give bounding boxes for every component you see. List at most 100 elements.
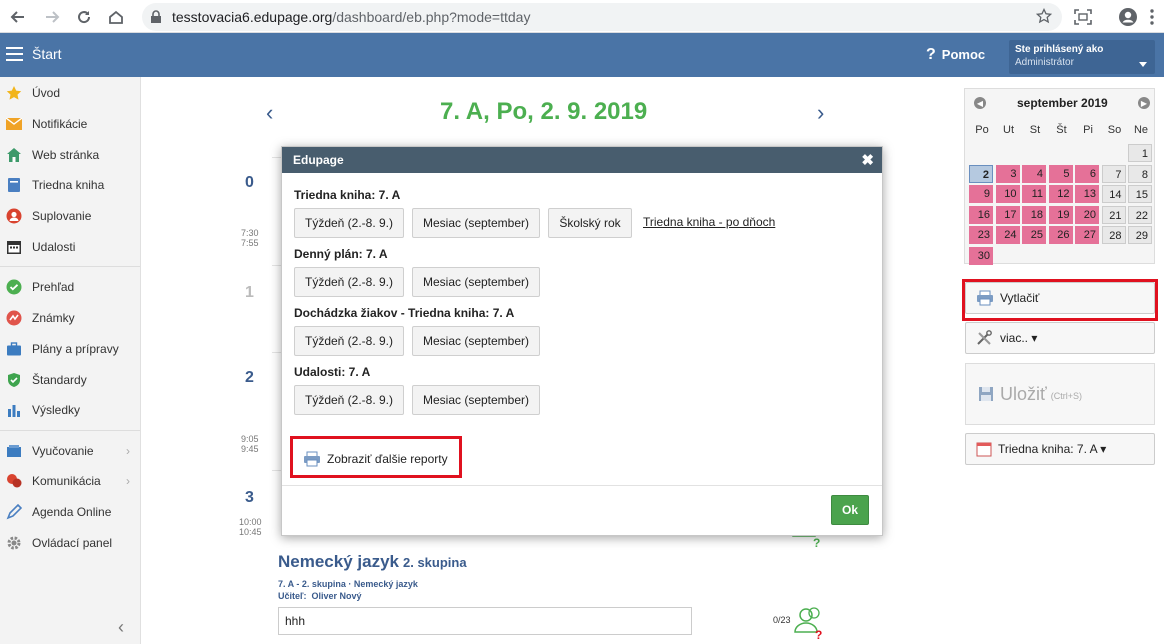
chevron-right-icon: › (126, 474, 130, 488)
calendar-day[interactable]: 19 (1048, 205, 1073, 224)
sidebar-item-web-stranka[interactable]: Web stránka (0, 141, 140, 169)
calendar-day[interactable]: 14 (1101, 185, 1126, 203)
month-report-button[interactable]: Mesiac (september) (412, 385, 540, 415)
sidebar-divider (0, 430, 140, 431)
user-menu[interactable]: Ste prihlásený ako Administrátor (1009, 40, 1155, 74)
month-report-button[interactable]: Mesiac (september) (412, 208, 540, 238)
daily-book-link[interactable]: Triedna kniha - po dňoch (643, 215, 775, 229)
back-icon[interactable] (6, 5, 30, 29)
chevron-right-icon: › (126, 444, 130, 458)
calendar-day[interactable]: 16 (969, 205, 993, 224)
calendar-day[interactable]: 15 (1128, 185, 1152, 203)
sidebar-item-label: Ovládací panel (32, 536, 113, 550)
teaching-icon (6, 443, 22, 459)
sidebar-item-notifikacie[interactable]: Notifikácie (0, 110, 140, 138)
sidebar-collapse-icon[interactable]: ‹ (118, 617, 124, 638)
calendar-day[interactable]: 25 (1022, 226, 1046, 244)
calendar-day[interactable]: 7 (1101, 164, 1126, 183)
calendar-day[interactable]: 2 (969, 164, 993, 183)
sidebar-item-ovladaci-panel[interactable]: Ovládací panel (0, 529, 140, 557)
mini-calendar: ◀ september 2019 ▶ Po Ut St Št Pi So Ne 1 2 3 4 5 6 7… (964, 88, 1155, 265)
address-bar[interactable]: tesstovacia6.edupage.org/dashboard/eb.ph… (142, 3, 1062, 31)
topic-input[interactable]: hhh (278, 607, 692, 635)
bookmark-star-icon[interactable] (1035, 7, 1053, 27)
sidebar-item-vysledky[interactable]: Výsledky (0, 396, 140, 424)
reload-icon[interactable] (72, 5, 96, 29)
calendar-day[interactable]: 11 (1022, 185, 1046, 203)
close-icon[interactable]: ✖ (861, 151, 874, 169)
subject-title[interactable]: Nemecký jazyk 2. skupina (278, 552, 467, 572)
calendar-day[interactable]: 20 (1075, 205, 1099, 224)
sidebar-item-prehlad[interactable]: Prehľad (0, 273, 140, 301)
week-report-button[interactable]: Týždeň (2.-8. 9.) (294, 326, 404, 356)
ok-button[interactable]: Ok (831, 495, 869, 525)
calendar-day[interactable]: 17 (995, 205, 1020, 224)
start-menu-label[interactable]: Štart (32, 46, 62, 62)
section-title: Udalosti: 7. A (294, 365, 371, 379)
browser-menu-icon[interactable] (1140, 5, 1164, 29)
calendar-header: ◀ september 2019 ▶ (965, 89, 1154, 115)
next-day-icon[interactable]: › (817, 100, 824, 126)
calendar-day[interactable]: 22 (1128, 205, 1152, 224)
sidebar-item-standardy[interactable]: Štandardy (0, 366, 140, 394)
pen-icon (6, 504, 22, 520)
sidebar-item-vyucovanie[interactable]: Vyučovanie › (0, 437, 140, 465)
calendar-day[interactable]: 30 (969, 246, 993, 265)
calendar-day[interactable]: 4 (1022, 164, 1046, 183)
calendar-day[interactable]: 29 (1128, 226, 1152, 244)
sidebar-item-label: Úvod (32, 86, 61, 100)
calendar-day[interactable]: 27 (1075, 226, 1099, 244)
sidebar: Úvod Notifikácie Web stránka Triedna kni… (0, 77, 141, 644)
calendar-day[interactable]: 26 (1048, 226, 1073, 244)
calendar-day[interactable]: 1 (1128, 144, 1152, 162)
floppy-disk-icon (978, 386, 994, 402)
calendar-day[interactable]: 21 (1101, 205, 1126, 224)
calendar-day[interactable]: 23 (969, 226, 993, 244)
previous-day-icon[interactable]: ‹ (266, 100, 273, 126)
calendar-day[interactable]: 8 (1128, 164, 1152, 183)
week-report-button[interactable]: Týždeň (2.-8. 9.) (294, 267, 404, 297)
sidebar-item-label: Komunikácia (32, 474, 101, 488)
grades-icon (6, 310, 22, 326)
subject-details: 7. A - 2. skupina · Nemecký jazyk Učiteľ… (278, 579, 418, 601)
forward-icon[interactable] (40, 5, 64, 29)
more-button[interactable]: viac.. ▾ (965, 322, 1155, 354)
calendar-day[interactable]: 12 (1048, 185, 1073, 203)
sidebar-item-plany[interactable]: Plány a prípravy (0, 335, 140, 363)
home-icon[interactable] (104, 5, 128, 29)
calendar-day[interactable]: 28 (1101, 226, 1126, 244)
calendar-next-icon[interactable]: ▶ (1138, 97, 1150, 109)
sidebar-item-triedna-kniha[interactable]: Triedna kniha (0, 171, 140, 199)
section-title: Dochádzka žiakov - Triedna kniha: 7. A (294, 306, 515, 320)
attendance-people-icon[interactable]: ? (794, 606, 824, 643)
month-report-button[interactable]: Mesiac (september) (412, 267, 540, 297)
lesson-time: 10:00 10:45 (239, 517, 262, 537)
sidebar-item-udalosti[interactable]: Udalosti (0, 233, 140, 261)
menu-icon[interactable] (6, 47, 23, 61)
calendar-day[interactable]: 18 (1022, 205, 1046, 224)
calendar-day[interactable]: 10 (995, 185, 1020, 203)
calendar-day[interactable]: 6 (1075, 164, 1099, 183)
week-report-button[interactable]: Týždeň (2.-8. 9.) (294, 208, 404, 238)
calendar-day[interactable]: 13 (1075, 185, 1099, 203)
class-book-dropdown[interactable]: Triedna kniha: 7. A ▾ (965, 433, 1155, 465)
calendar-prev-icon[interactable]: ◀ (974, 97, 986, 109)
sidebar-item-komunikacia[interactable]: Komunikácia › (0, 467, 140, 495)
calendar-day[interactable]: 24 (995, 226, 1020, 244)
sidebar-item-uvod[interactable]: Úvod (0, 79, 140, 107)
profile-icon[interactable] (1116, 5, 1140, 29)
check-circle-icon (6, 279, 22, 295)
calendar-day[interactable]: 3 (995, 164, 1020, 183)
lesson-number: 3 (245, 489, 254, 506)
screenshot-icon[interactable] (1071, 5, 1095, 29)
school-year-report-button[interactable]: Školský rok (548, 208, 632, 238)
month-report-button[interactable]: Mesiac (september) (412, 326, 540, 356)
calendar-day[interactable]: 5 (1048, 164, 1073, 183)
sidebar-item-suplovanie[interactable]: Suplovanie (0, 202, 140, 230)
sidebar-item-znamky[interactable]: Známky (0, 304, 140, 332)
help-button[interactable]: ? Pomoc (926, 46, 985, 64)
save-button[interactable]: Uložiť (Ctrl+S) (965, 363, 1155, 425)
week-report-button[interactable]: Týždeň (2.-8. 9.) (294, 385, 404, 415)
calendar-day[interactable]: 9 (969, 185, 993, 203)
sidebar-item-agenda-online[interactable]: Agenda Online (0, 498, 140, 526)
